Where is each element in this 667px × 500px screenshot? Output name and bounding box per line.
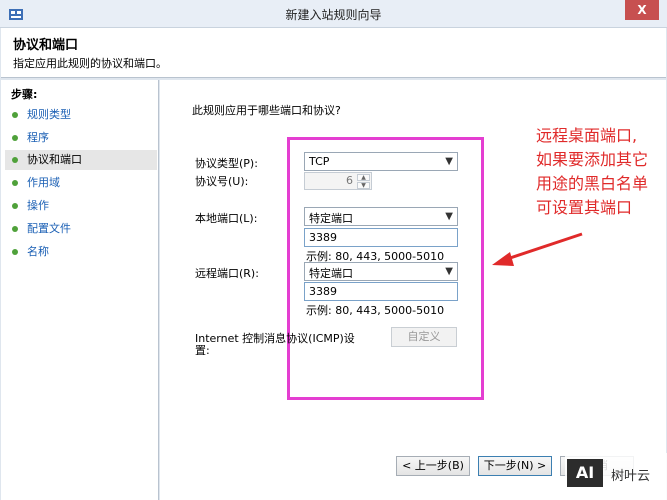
step-dot-icon [12, 112, 18, 118]
step-label: 配置文件 [27, 222, 71, 235]
step-dot-icon [12, 157, 18, 163]
question-text: 此规则应用于哪些端口和协议? [192, 104, 341, 117]
step-dot-icon [12, 135, 18, 141]
step-protocol-and-ports[interactable]: 协议和端口 [5, 150, 157, 170]
local-port-mode-value: 特定端口 [309, 212, 353, 225]
remote-port-input[interactable]: 3389 [304, 282, 458, 301]
step-dot-icon [12, 226, 18, 232]
title-bar: 新建入站规则向导 X [0, 0, 667, 28]
chevron-down-icon: ▼ [445, 266, 453, 277]
next-button[interactable]: 下一步(N) > [478, 456, 552, 476]
protocol-type-select[interactable]: TCP ▼ [304, 152, 458, 171]
local-port-input[interactable]: 3389 [304, 228, 458, 247]
back-button[interactable]: < 上一步(B) [396, 456, 470, 476]
icmp-label: Internet 控制消息协议(ICMP)设 [195, 332, 355, 345]
step-dot-icon [12, 249, 18, 255]
annotation-text: 远程桌面端口, 如果要添加其它 用途的黑白名单 可设置其端口 [536, 124, 648, 220]
wizard-header: 协议和端口 指定应用此规则的协议和端口。 [1, 28, 666, 78]
annotation-line: 如果要添加其它 [536, 150, 649, 169]
step-profile[interactable]: 配置文件 [5, 219, 157, 239]
step-dot-icon [12, 180, 18, 186]
annotation-line: 用途的黑白名单 [536, 174, 649, 193]
protocol-number-spinner: 6 ▲ ▼ [304, 172, 372, 190]
protocol-number-label: 协议号(U): [195, 175, 249, 188]
remote-port-label: 远程端口(R): [195, 267, 259, 280]
step-label: 作用域 [27, 176, 60, 189]
remote-port-mode-value: 特定端口 [309, 267, 353, 280]
local-port-mode-select[interactable]: 特定端口 ▼ [304, 207, 458, 226]
step-label: 规则类型 [27, 108, 71, 121]
step-dot-icon [12, 203, 18, 209]
step-label: 协议和端口 [27, 153, 82, 166]
step-label: 程序 [27, 131, 49, 144]
local-port-label: 本地端口(L): [195, 212, 258, 225]
close-button[interactable]: X [625, 0, 659, 20]
protocol-type-label: 协议类型(P): [195, 157, 258, 170]
page-title: 协议和端口 [13, 38, 79, 53]
step-action[interactable]: 操作 [5, 196, 157, 216]
step-program[interactable]: 程序 [5, 128, 157, 148]
remote-port-mode-select[interactable]: 特定端口 ▼ [304, 262, 458, 281]
local-port-value: 3389 [309, 231, 337, 244]
annotation-arrow-icon [492, 232, 583, 266]
step-name[interactable]: 名称 [5, 242, 157, 262]
steps-sidebar: 步骤: 规则类型 程序 协议和端口 作用域 操作 配置文件 名称 [1, 80, 159, 500]
steps-title: 步骤: [11, 88, 38, 101]
spin-down-icon: ▼ [357, 182, 370, 189]
remote-port-value: 3389 [309, 285, 337, 298]
customize-button[interactable]: 自定义 [391, 327, 457, 347]
step-scope[interactable]: 作用域 [5, 173, 157, 193]
window-title: 新建入站规则向导 [285, 8, 382, 22]
page-description: 指定应用此规则的协议和端口。 [13, 57, 167, 70]
main-panel: 此规则应用于哪些端口和协议? 协议类型(P): TCP ▼ 协议号(U): 6 … [160, 80, 666, 500]
watermark-text: 树叶云 [611, 469, 651, 484]
protocol-number-value: 6 [346, 174, 353, 187]
annotation-line: 远程桌面端口, [536, 126, 638, 145]
watermark-logo: AI [567, 459, 603, 487]
icmp-label-cont: 置: [195, 344, 210, 357]
step-rule-type[interactable]: 规则类型 [5, 105, 157, 125]
annotation-line: 可设置其端口 [536, 198, 633, 217]
watermark: AI 树叶云 [565, 453, 667, 500]
spin-up-icon: ▲ [357, 174, 370, 181]
chevron-down-icon: ▼ [445, 156, 453, 167]
step-label: 操作 [27, 199, 49, 212]
chevron-down-icon: ▼ [445, 211, 453, 222]
remote-port-example: 示例: 80, 443, 5000-5010 [306, 304, 445, 317]
step-label: 名称 [27, 245, 49, 258]
protocol-type-value: TCP [309, 155, 330, 168]
